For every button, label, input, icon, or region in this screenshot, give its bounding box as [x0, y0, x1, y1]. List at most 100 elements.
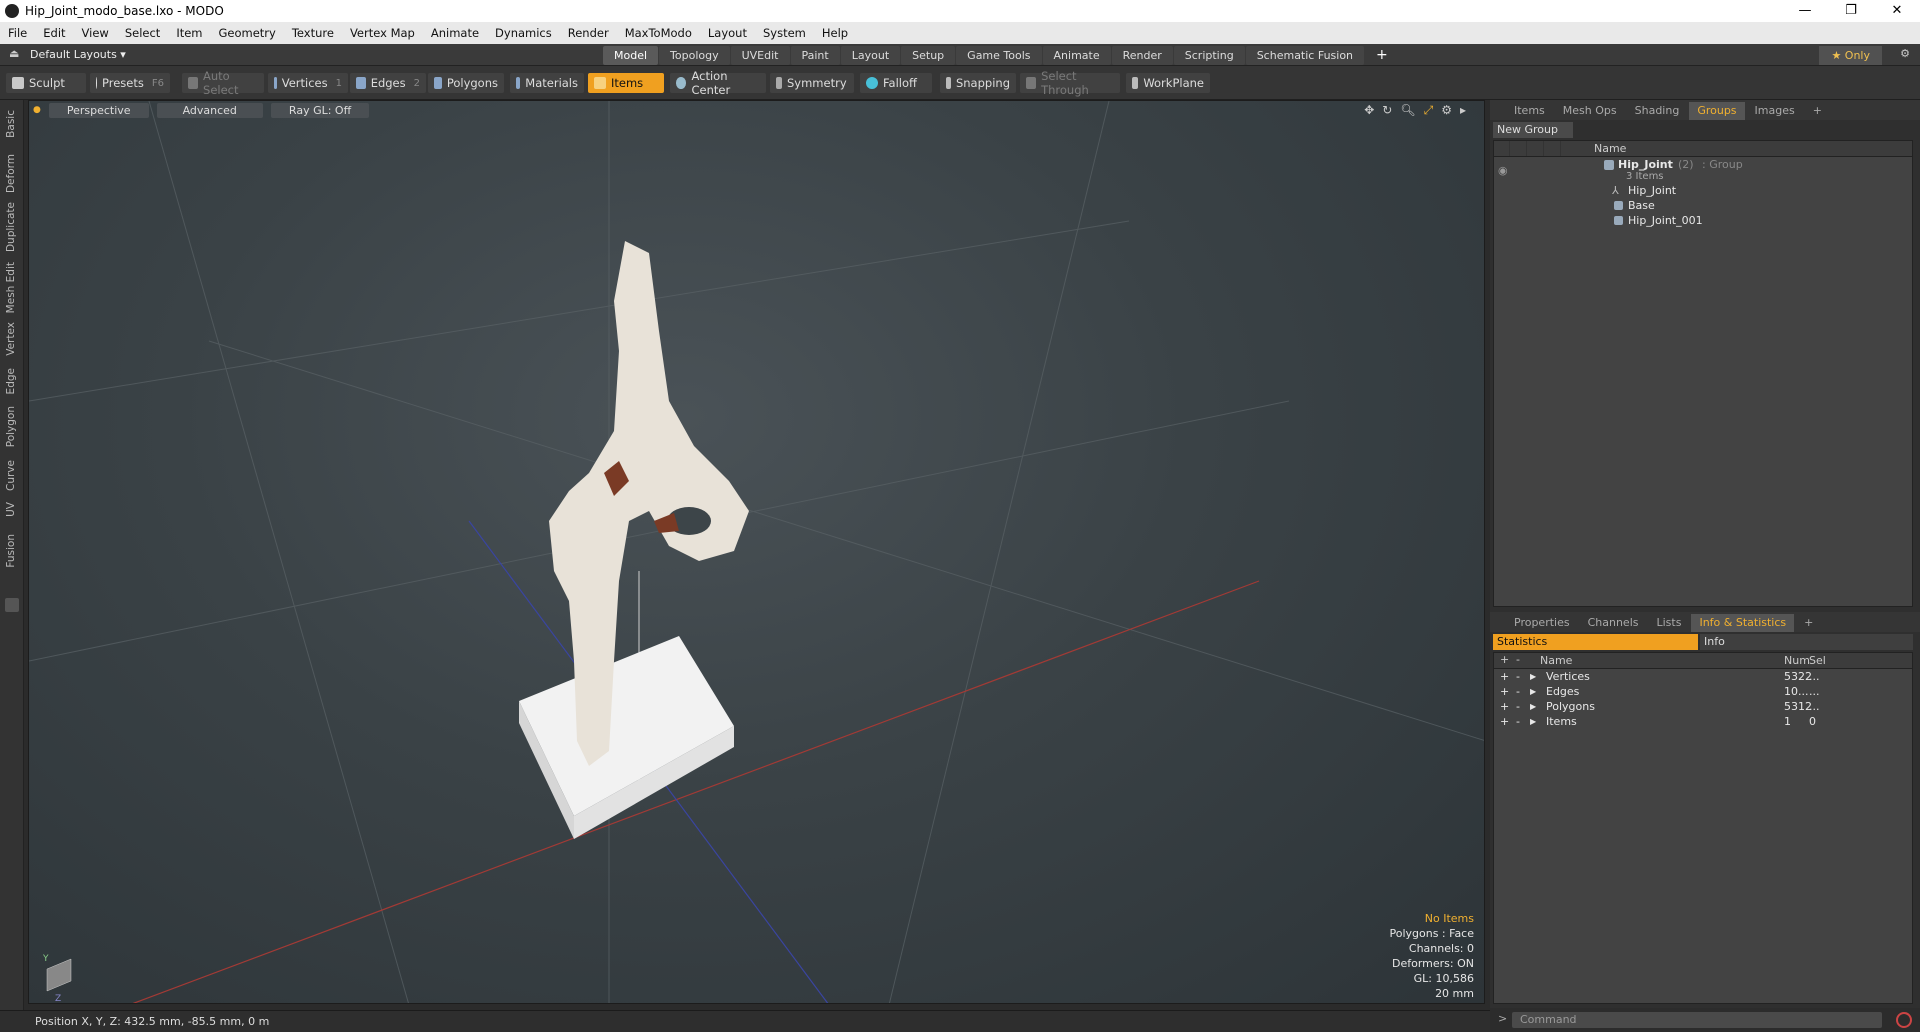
- settings-icon[interactable]: ⚙: [1441, 103, 1452, 118]
- tab-fusion[interactable]: Fusion: [3, 530, 19, 572]
- record-icon[interactable]: [1896, 1012, 1912, 1028]
- table-row[interactable]: + - ▶ Polygons 5312 ...: [1494, 699, 1912, 714]
- table-row[interactable]: + - ▶ Edges 10... ...: [1494, 684, 1912, 699]
- tab-shading[interactable]: Shading: [1627, 102, 1688, 120]
- zoom-icon[interactable]: 🔍︎: [1400, 103, 1415, 118]
- workplane-button[interactable]: WorkPlane: [1126, 73, 1210, 93]
- add-icon[interactable]: +: [1500, 714, 1509, 729]
- remove-icon[interactable]: -: [1516, 714, 1520, 729]
- default-layouts-dropdown[interactable]: Default Layouts ▾: [30, 48, 126, 61]
- gear-icon[interactable]: ⚙: [1900, 47, 1910, 60]
- tab-scripting[interactable]: Scripting: [1173, 46, 1245, 65]
- remove-icon[interactable]: -: [1516, 699, 1520, 714]
- add-panel-tab[interactable]: +: [1805, 102, 1830, 120]
- list-item[interactable]: Hip_Joint_001: [1494, 213, 1912, 228]
- tab-uv[interactable]: UV: [3, 498, 19, 521]
- select-column-icon[interactable]: [1545, 141, 1561, 156]
- tab-groups[interactable]: Groups: [1689, 102, 1745, 120]
- raygl-toggle[interactable]: Ray GL: Off: [270, 102, 370, 118]
- tab-setup[interactable]: Setup: [901, 46, 956, 65]
- tab-paint[interactable]: Paint: [790, 46, 840, 65]
- render-column-icon[interactable]: [1511, 141, 1527, 156]
- materials-button[interactable]: Materials: [510, 73, 584, 93]
- tab-animate[interactable]: Animate: [1042, 46, 1111, 65]
- table-row[interactable]: + - ▶ Vertices 5322 ...: [1494, 669, 1912, 684]
- sculpt-button[interactable]: Sculpt: [6, 73, 86, 93]
- maximize-button[interactable]: ❐: [1828, 0, 1874, 22]
- add-icon[interactable]: +: [1500, 684, 1509, 699]
- statistics-subtab[interactable]: Statistics: [1493, 634, 1698, 650]
- panel-toggle-icon[interactable]: [5, 598, 19, 612]
- collapse-all-icon[interactable]: -: [1516, 653, 1520, 666]
- add-panel-tab[interactable]: +: [1796, 614, 1821, 632]
- tab-render[interactable]: Render: [1111, 46, 1173, 65]
- tab-curve[interactable]: Curve: [3, 456, 19, 495]
- group-row-hip-joint[interactable]: ◉ Hip_Joint (2) : Group 3 Items: [1494, 157, 1912, 183]
- remove-icon[interactable]: -: [1516, 669, 1520, 684]
- menu-animate[interactable]: Animate: [423, 22, 487, 44]
- menu-help[interactable]: Help: [814, 22, 856, 44]
- menu-layout[interactable]: Layout: [700, 22, 755, 44]
- expand-arrow-icon[interactable]: ▶: [1530, 714, 1536, 729]
- add-tab-button[interactable]: +: [1365, 46, 1399, 65]
- pan-icon[interactable]: ✥: [1364, 103, 1374, 118]
- add-icon[interactable]: +: [1500, 669, 1509, 684]
- tab-mesh-edit[interactable]: Mesh Edit: [3, 258, 19, 317]
- items-button[interactable]: Items: [588, 73, 664, 93]
- presets-button[interactable]: Presets F6: [90, 73, 170, 93]
- only-toggle[interactable]: ★ Only: [1819, 46, 1882, 65]
- add-icon[interactable]: +: [1500, 699, 1509, 714]
- menu-system[interactable]: System: [755, 22, 814, 44]
- layout-menu-icon[interactable]: ⏏: [9, 47, 19, 60]
- tab-items[interactable]: Items: [1506, 102, 1553, 120]
- expand-arrow-icon[interactable]: ▶: [1530, 669, 1536, 684]
- menu-geometry[interactable]: Geometry: [211, 22, 284, 44]
- table-row[interactable]: + - ▶ Items 1 0: [1494, 714, 1912, 729]
- menu-maxtomodo[interactable]: MaxToModo: [617, 22, 700, 44]
- falloff-button[interactable]: Falloff: [860, 73, 932, 93]
- tab-vertex[interactable]: Vertex: [3, 318, 19, 360]
- tab-info-statistics[interactable]: Info & Statistics: [1691, 614, 1795, 632]
- tab-basic[interactable]: Basic: [3, 106, 19, 142]
- viewport-options-icon[interactable]: ●: [33, 105, 41, 115]
- tab-game-tools[interactable]: Game Tools: [956, 46, 1042, 65]
- tab-polygon[interactable]: Polygon: [3, 402, 19, 451]
- menu-edit[interactable]: Edit: [35, 22, 73, 44]
- tab-images[interactable]: Images: [1747, 102, 1803, 120]
- lock-column-icon[interactable]: [1528, 141, 1544, 156]
- visibility-column-icon[interactable]: [1494, 141, 1510, 156]
- tab-duplicate[interactable]: Duplicate: [3, 198, 19, 256]
- 3d-viewport[interactable]: Y Z ● Perspective Advanced Ray GL: Off ✥…: [28, 100, 1485, 1004]
- tab-topology[interactable]: Topology: [659, 46, 730, 65]
- menu-view[interactable]: View: [74, 22, 117, 44]
- polygons-button[interactable]: Polygons: [428, 73, 504, 93]
- tab-channels[interactable]: Channels: [1580, 614, 1647, 632]
- info-subtab[interactable]: Info: [1700, 634, 1913, 650]
- expand-arrow-icon[interactable]: ▶: [1530, 684, 1536, 699]
- tab-deform[interactable]: Deform: [3, 150, 19, 197]
- expand-arrow-icon[interactable]: ▶: [1530, 699, 1536, 714]
- close-button[interactable]: ✕: [1874, 0, 1920, 22]
- menu-render[interactable]: Render: [560, 22, 617, 44]
- tab-edge[interactable]: Edge: [3, 364, 19, 398]
- remove-icon[interactable]: -: [1516, 684, 1520, 699]
- minimize-button[interactable]: —: [1782, 0, 1828, 22]
- eye-icon[interactable]: ◉: [1498, 163, 1508, 178]
- tab-lists[interactable]: Lists: [1649, 614, 1690, 632]
- menu-file[interactable]: File: [0, 22, 35, 44]
- snapping-button[interactable]: Snapping: [940, 73, 1016, 93]
- menu-item[interactable]: Item: [168, 22, 210, 44]
- tab-schematic-fusion[interactable]: Schematic Fusion: [1245, 46, 1365, 65]
- menu-select[interactable]: Select: [117, 22, 168, 44]
- view-mode-dropdown[interactable]: Perspective: [48, 102, 149, 118]
- tab-uvedit[interactable]: UVEdit: [730, 46, 790, 65]
- menu-texture[interactable]: Texture: [284, 22, 342, 44]
- new-group-button[interactable]: New Group: [1493, 122, 1573, 138]
- rotate-icon[interactable]: ↻: [1382, 103, 1392, 118]
- symmetry-button[interactable]: Symmetry: [770, 73, 854, 93]
- expand-all-icon[interactable]: +: [1500, 653, 1509, 666]
- fit-icon[interactable]: ⤢: [1424, 103, 1434, 118]
- tab-layout[interactable]: Layout: [840, 46, 901, 65]
- select-through-button[interactable]: Select Through: [1020, 69, 1120, 97]
- auto-select-button[interactable]: Auto Select: [182, 69, 264, 97]
